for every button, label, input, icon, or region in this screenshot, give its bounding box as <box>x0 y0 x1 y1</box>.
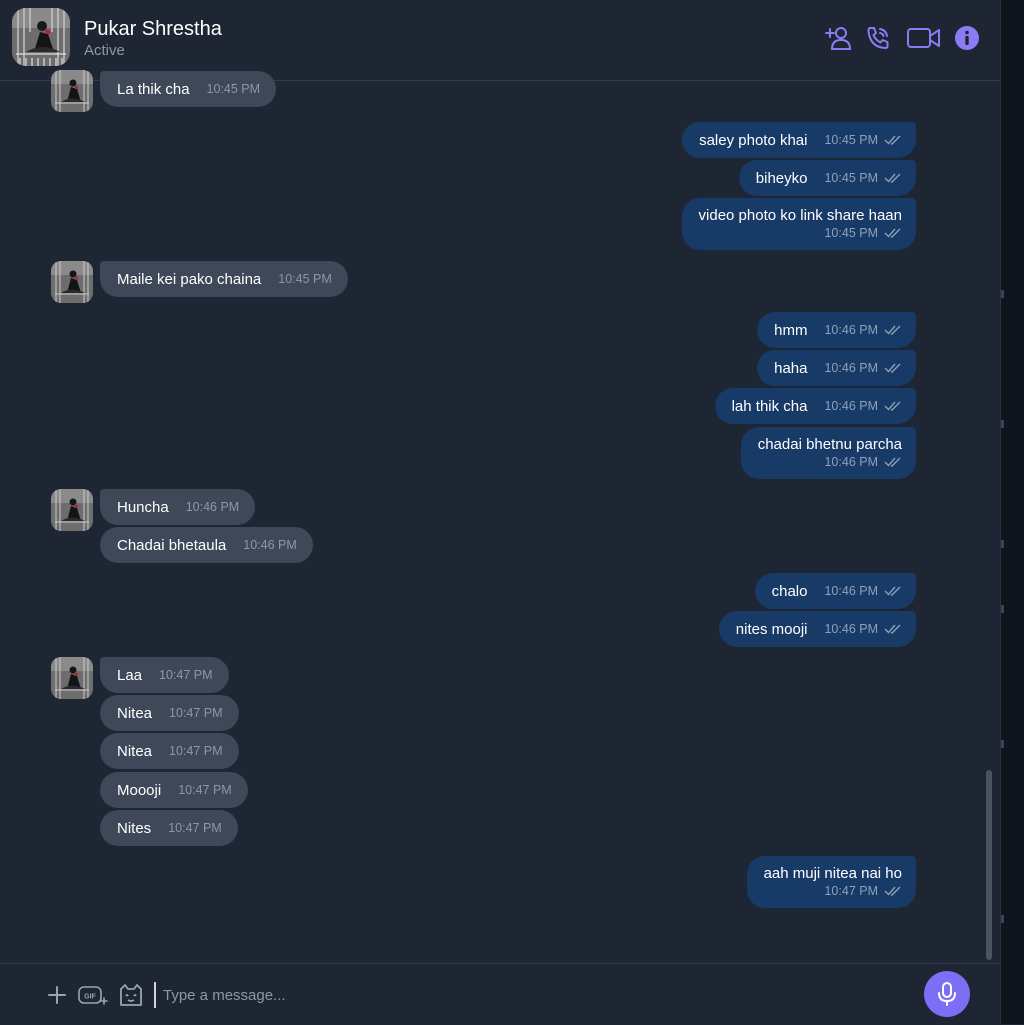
message-input[interactable] <box>154 982 903 1008</box>
read-receipt-icon <box>884 401 901 411</box>
outgoing-message[interactable]: lah thik cha 10:46 PM <box>714 388 916 424</box>
message-time: 10:47 PM <box>169 706 223 720</box>
outgoing-message[interactable]: saley photo khai 10:45 PM <box>682 122 916 158</box>
message-text: Laa <box>117 666 143 684</box>
message-text: aah muji nitea nai ho <box>763 865 902 882</box>
read-receipt-icon <box>884 886 901 896</box>
microphone-icon <box>938 982 956 1006</box>
message-time: 10:47 PM <box>168 821 222 835</box>
incoming-message[interactable]: Huncha 10:46 PM <box>100 489 256 525</box>
message-time: 10:46 PM <box>824 399 878 413</box>
message-time: 10:45 PM <box>824 171 878 185</box>
message-time: 10:47 PM <box>178 783 232 797</box>
scrollbar-thumb[interactable] <box>986 770 992 960</box>
read-receipt-icon <box>884 228 901 238</box>
contact-name: Pukar Shrestha <box>84 18 222 40</box>
read-receipt-icon <box>884 457 901 467</box>
outgoing-message[interactable]: hmm 10:46 PM <box>757 312 916 348</box>
add-person-icon[interactable] <box>823 24 853 52</box>
outgoing-message[interactable]: video photo ko link share haan 10:45 PM <box>681 198 916 250</box>
microphone-button[interactable] <box>924 971 970 1017</box>
read-receipt-icon <box>884 325 901 335</box>
message-time: 10:47 PM <box>824 884 878 898</box>
incoming-message[interactable]: Nites 10:47 PM <box>100 810 238 846</box>
outgoing-message[interactable]: aah muji nitea nai ho 10:47 PM <box>746 856 916 908</box>
incoming-message[interactable]: Laa 10:47 PM <box>100 657 229 693</box>
message-time: 10:45 PM <box>824 133 878 147</box>
incoming-message[interactable]: Maile kei pako chaina 10:45 PM <box>100 261 348 297</box>
window-edge <box>1000 0 1024 1024</box>
read-receipt-icon <box>884 173 901 183</box>
message-text: haha <box>774 359 808 377</box>
gif-icon[interactable]: GIF <box>78 982 108 1008</box>
message-time: 10:47 PM <box>159 668 213 682</box>
read-receipt-icon <box>884 586 901 596</box>
outgoing-message[interactable]: biheyko 10:45 PM <box>738 160 916 196</box>
message-time: 10:46 PM <box>824 323 878 337</box>
message-text: Nites <box>117 819 152 837</box>
message-time: 10:45 PM <box>206 82 261 96</box>
message-time: 10:46 PM <box>243 538 297 552</box>
sender-avatar[interactable] <box>51 70 93 112</box>
message-time: 10:46 PM <box>824 584 878 598</box>
incoming-message[interactable]: Chadai bhetaula 10:46 PM <box>100 527 313 563</box>
sender-avatar[interactable] <box>51 489 93 531</box>
chat-header: Pukar Shrestha Active <box>0 0 1000 81</box>
incoming-message[interactable]: Moooji 10:47 PM <box>100 772 248 808</box>
incoming-message[interactable]: Nitea 10:47 PM <box>100 733 239 769</box>
sticker-icon[interactable] <box>118 982 144 1008</box>
message-text: lah thik cha <box>731 397 808 415</box>
message-text: Nitea <box>117 704 153 722</box>
message-text: chadai bhetnu parcha <box>757 436 902 453</box>
svg-text:GIF: GIF <box>84 994 96 1001</box>
message-text: Chadai bhetaula <box>117 536 227 554</box>
message-text: Huncha <box>117 498 169 516</box>
contact-avatar[interactable] <box>12 8 70 66</box>
phone-icon[interactable] <box>863 24 893 52</box>
sender-avatar[interactable] <box>51 657 93 699</box>
message-text: biheyko <box>755 169 808 187</box>
outgoing-message[interactable]: chalo 10:46 PM <box>754 573 916 609</box>
incoming-message[interactable]: La thik cha 10:45 PM <box>100 71 277 107</box>
composer-bar: GIF <box>0 963 1000 1025</box>
plus-icon[interactable] <box>46 982 68 1008</box>
outgoing-message[interactable]: nites mooji 10:46 PM <box>718 611 916 647</box>
message-time: 10:46 PM <box>824 622 878 636</box>
message-time: 10:46 PM <box>824 361 878 375</box>
message-text: video photo ko link share haan <box>698 207 902 224</box>
message-text: saley photo khai <box>699 131 808 149</box>
contact-status: Active <box>84 42 125 59</box>
message-text: Maile kei pako chaina <box>117 270 262 288</box>
message-text: La thik cha <box>117 80 190 98</box>
message-time: 10:45 PM <box>278 272 332 286</box>
message-time: 10:46 PM <box>824 455 878 469</box>
message-time: 10:45 PM <box>824 226 878 240</box>
incoming-message[interactable]: Nitea 10:47 PM <box>100 695 239 731</box>
sender-avatar[interactable] <box>51 261 93 303</box>
message-text: Nitea <box>117 742 153 760</box>
outgoing-message[interactable]: chadai bhetnu parcha 10:46 PM <box>740 427 916 479</box>
message-text: chalo <box>771 582 808 600</box>
message-text: Moooji <box>117 781 162 799</box>
outgoing-message[interactable]: haha 10:46 PM <box>757 350 916 386</box>
read-receipt-icon <box>884 624 901 634</box>
chat-window: Pukar Shrestha Active La thik cha 10:45 … <box>0 0 1000 1025</box>
read-receipt-icon <box>884 363 901 373</box>
message-text: nites mooji <box>735 620 808 638</box>
video-camera-icon[interactable] <box>905 24 943 52</box>
message-time: 10:47 PM <box>169 744 223 758</box>
read-receipt-icon <box>884 135 901 145</box>
message-time: 10:46 PM <box>185 500 240 514</box>
info-icon[interactable] <box>952 24 982 52</box>
message-text: hmm <box>774 321 808 339</box>
